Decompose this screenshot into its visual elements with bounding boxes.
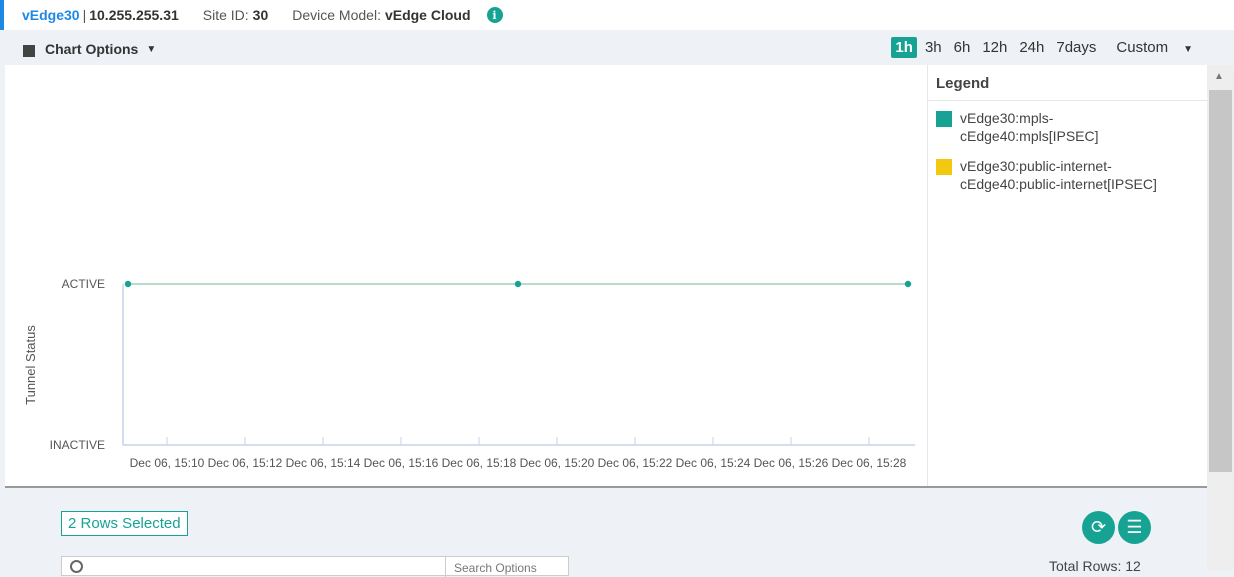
x-tick-label: Dec 06, 15:20 [520, 456, 595, 470]
search-input[interactable]: Search Options [61, 556, 569, 577]
site-id-value: 30 [252, 7, 269, 23]
page-scrollbar[interactable]: ▲ [1207, 65, 1234, 570]
x-tick-label: Dec 06, 15:24 [676, 456, 751, 470]
range-6h[interactable]: 6h [950, 37, 975, 58]
refresh-icon: ⟳ [1090, 517, 1107, 537]
legend-label: cEdge40:mpls[IPSEC] [960, 128, 1099, 144]
chart-options-dropdown[interactable]: Chart Options ▼ [23, 41, 156, 57]
menu-icon: ☰ [1126, 517, 1143, 537]
device-model-label: Device Model: [292, 7, 381, 23]
total-rows-count: Total Rows: 12 [1049, 558, 1141, 574]
x-tick-label: Dec 06, 15:10 [130, 456, 205, 470]
chart-icon [23, 45, 35, 57]
table-menu-button[interactable]: ☰ [1118, 511, 1151, 544]
device-ip: 10.255.255.31 [89, 7, 179, 23]
site-id-label: Site ID: [202, 7, 249, 23]
legend-title: Legend [928, 65, 1207, 101]
info-icon[interactable]: i [486, 7, 503, 23]
chart-toolbar: Chart Options ▼ 1h 3h 6h 12h 24h 7days C… [5, 32, 1207, 65]
x-tick-label: Dec 06, 15:28 [832, 456, 907, 470]
scrollbar-thumb[interactable] [1209, 90, 1232, 472]
legend-item[interactable]: vEdge30:public-internet-cEdge40:public-i… [928, 149, 1207, 197]
rows-selected-badge[interactable]: 2 Rows Selected [61, 511, 188, 536]
legend-label: vEdge30:public-internet- [960, 158, 1112, 174]
search-options-dropdown[interactable]: Search Options [445, 557, 569, 577]
scroll-up-icon[interactable]: ▲ [1214, 71, 1224, 82]
legend-swatch [936, 159, 952, 175]
x-tick-label: Dec 06, 15:12 [208, 456, 283, 470]
chart-options-label: Chart Options [45, 41, 139, 57]
chart-svg: INACTIVE ACTIVE Tunnel Status Dec 06, 15:10… [23, 277, 915, 470]
refresh-button[interactable]: ⟳ [1082, 511, 1115, 544]
x-tick-label: Dec 06, 15:18 [442, 456, 517, 470]
legend-panel: Legend vEdge30:mpls-cEdge40:mpls[IPSEC] … [927, 65, 1207, 486]
range-12h[interactable]: 12h [978, 37, 1011, 58]
legend-label: vEdge30:mpls- [960, 110, 1054, 126]
y-tick-label: INACTIVE [50, 438, 105, 452]
x-tick-label: Dec 06, 15:14 [286, 456, 361, 470]
x-tick-label: Dec 06, 15:26 [754, 456, 829, 470]
legend-label: cEdge40:public-internet[IPSEC] [960, 176, 1157, 192]
table-section: 2 Rows Selected ⟳ ☰ Search Options Total… [5, 488, 1207, 577]
legend-swatch [936, 111, 952, 127]
x-tick-label: Dec 06, 15:16 [364, 456, 439, 470]
y-tick-label: ACTIVE [62, 277, 105, 291]
x-tick-label: Dec 06, 15:22 [598, 456, 673, 470]
tunnel-status-chart: INACTIVE ACTIVE Tunnel Status Dec 06, 15:10… [5, 65, 927, 486]
chevron-down-icon: ▼ [146, 43, 157, 55]
search-icon [70, 560, 83, 573]
chevron-down-icon: ▼ [1183, 44, 1193, 55]
range-7days[interactable]: 7days [1052, 37, 1100, 58]
range-3h[interactable]: 3h [921, 37, 946, 58]
legend-item[interactable]: vEdge30:mpls-cEdge40:mpls[IPSEC] [928, 101, 1207, 149]
header-separator: | [82, 7, 87, 23]
range-custom-dropdown[interactable]: Custom ▼ [1104, 37, 1201, 58]
data-point [124, 280, 132, 288]
range-1h[interactable]: 1h [891, 37, 917, 58]
time-range-selector: 1h 3h 6h 12h 24h 7days Custom ▼ [887, 37, 1201, 58]
custom-label: Custom [1116, 39, 1169, 56]
data-point [514, 280, 522, 288]
y-axis-title: Tunnel Status [23, 325, 38, 405]
data-point [904, 280, 912, 288]
device-header: vEdge30 | 10.255.255.31 Site ID: 30 Devi… [0, 0, 1234, 30]
range-24h[interactable]: 24h [1015, 37, 1048, 58]
device-model-value: vEdge Cloud [384, 7, 471, 23]
device-name[interactable]: vEdge30 [22, 7, 80, 23]
